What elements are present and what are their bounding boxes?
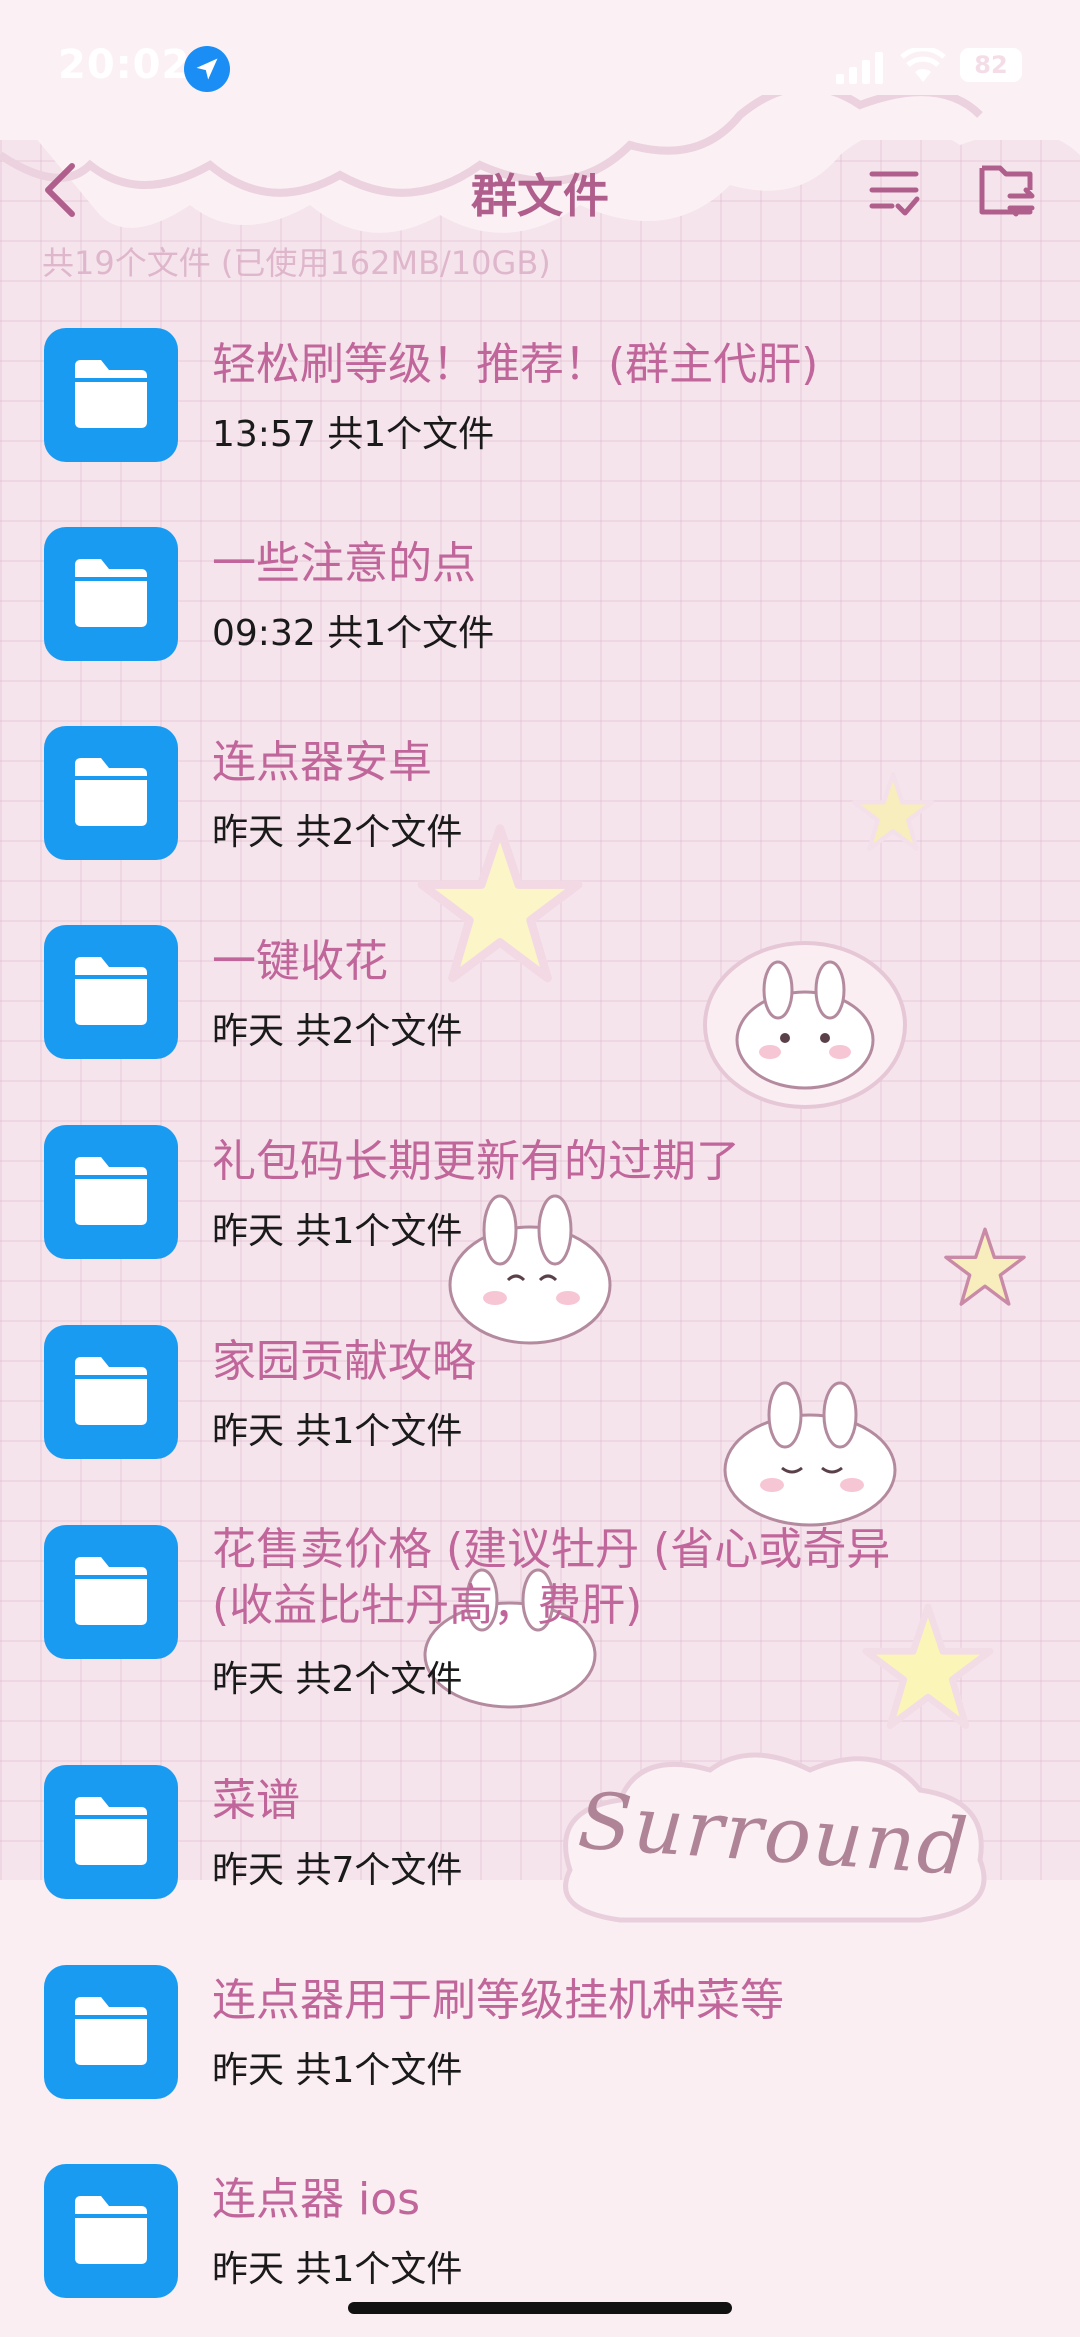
- folder-name: 家园贡献攻略: [212, 1336, 476, 1387]
- wifi-icon: [900, 48, 946, 82]
- folder-meta: 昨天 共7个文件: [212, 1850, 463, 1891]
- signal-icon: [836, 52, 883, 84]
- folder-icon: [44, 1965, 178, 2099]
- folder-switch-button[interactable]: [976, 160, 1036, 226]
- bunny-sticker: [723, 1381, 897, 1527]
- folder-meta: 昨天 共1个文件: [212, 2050, 463, 2091]
- folder-meta: 09:32 共1个文件: [212, 613, 495, 654]
- folder-switch-icon: [979, 165, 1035, 217]
- folder-name: 礼包码长期更新有的过期了: [212, 1136, 740, 1187]
- sort-icon: [869, 171, 920, 216]
- status-time: 20:02: [58, 42, 191, 88]
- home-indicator[interactable]: [348, 2302, 732, 2314]
- folder-meta: 昨天 共2个文件: [212, 1659, 463, 1700]
- folder-icon: [44, 1325, 178, 1459]
- folder-name: 连点器用于刷等级挂机种菜等: [212, 1975, 784, 2026]
- storage-summary: 共19个文件 (已使用162MB/10GB): [42, 244, 551, 282]
- folder-name: 一键收花: [212, 936, 388, 987]
- folder-icon: [44, 328, 178, 462]
- folder-icon: [44, 527, 178, 661]
- folder-meta: 昨天 共1个文件: [212, 1411, 463, 1452]
- folder-name: 轻松刷等级！推荐！(群主代肝): [212, 339, 819, 390]
- folder-meta: 昨天 共2个文件: [212, 812, 463, 853]
- folder-name: 菜谱: [212, 1775, 300, 1826]
- folder-meta: 昨天 共1个文件: [212, 1211, 463, 1252]
- folder-meta: 昨天 共2个文件: [212, 1011, 463, 1052]
- folder-icon: [44, 1525, 178, 1659]
- sort-button[interactable]: [868, 166, 920, 222]
- folder-name: 连点器安卓: [212, 737, 432, 788]
- folder-icon: [44, 1125, 178, 1259]
- star-sticker: [944, 1227, 1026, 1306]
- folder-icon: [44, 925, 178, 1059]
- folder-name: 一些注意的点: [212, 538, 476, 589]
- folder-name: 连点器 ios: [212, 2174, 421, 2225]
- folder-meta: 昨天 共1个文件: [212, 2249, 463, 2290]
- location-arrow-icon: [184, 46, 230, 92]
- battery-icon: 82: [960, 48, 1022, 82]
- folder-name: 花售卖价格 (建议牡丹 (省心或奇异 (收益比牡丹高，费肝): [212, 1524, 891, 1631]
- folder-icon: [44, 726, 178, 860]
- folder-icon: [44, 1765, 178, 1899]
- folder-meta: 13:57 共1个文件: [212, 414, 495, 455]
- folder-icon: [44, 2164, 178, 2298]
